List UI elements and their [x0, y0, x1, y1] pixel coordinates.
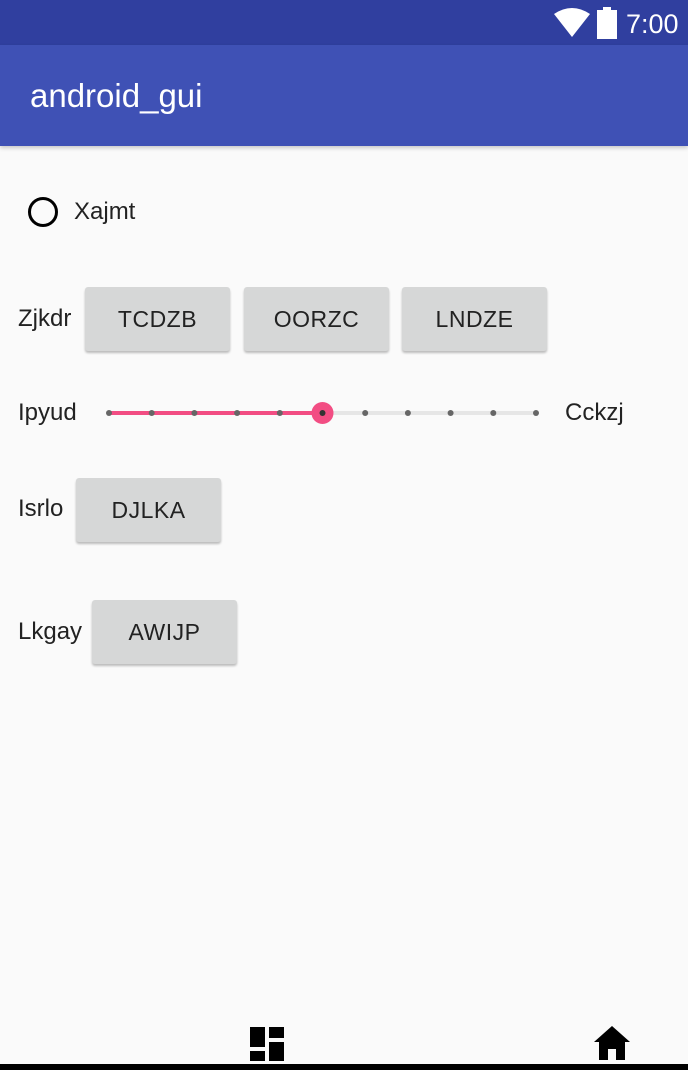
- button-oorzc[interactable]: OORZC: [244, 287, 389, 351]
- battery-icon: [597, 7, 617, 39]
- app-bar: android_gui: [0, 45, 688, 146]
- button-lndze[interactable]: LNDZE: [402, 287, 547, 351]
- discrete-slider[interactable]: [98, 398, 550, 428]
- wifi-icon: [554, 8, 590, 37]
- radio-circle-icon[interactable]: [28, 197, 58, 227]
- app-title: android_gui: [30, 77, 203, 114]
- slider-tick[interactable]: [148, 410, 155, 416]
- radio-xajmt[interactable]: Xajmt: [28, 192, 135, 232]
- row4-label: Lkgay: [18, 618, 83, 645]
- button-djlka[interactable]: DJLKA: [76, 478, 221, 542]
- slider-tick[interactable]: [447, 410, 454, 416]
- button-tcdzb[interactable]: TCDZB: [85, 287, 230, 351]
- navigation-bar: [0, 1010, 688, 1070]
- dashboard-icon[interactable]: [250, 1027, 284, 1061]
- slider-left-label: Ipyud: [18, 399, 77, 426]
- slider-tick[interactable]: [234, 410, 241, 416]
- slider-thumb-tick[interactable]: [319, 410, 326, 416]
- slider-tick[interactable]: [276, 410, 283, 416]
- slider-tick[interactable]: [404, 410, 411, 416]
- button-awijp[interactable]: AWIJP: [92, 600, 237, 664]
- nav-bottom-line: [0, 1064, 688, 1070]
- row3-label: Isrlo: [18, 495, 64, 522]
- status-time: 7:00: [626, 9, 679, 39]
- slider-right-label: Cckzj: [565, 399, 624, 426]
- home-icon[interactable]: [594, 1026, 630, 1060]
- slider-tick[interactable]: [106, 410, 112, 416]
- status-bar: 7:00: [0, 0, 688, 45]
- slider-tick[interactable]: [191, 410, 198, 416]
- slider-tick[interactable]: [490, 410, 497, 416]
- slider-tick[interactable]: [533, 410, 539, 416]
- radio-label: Xajmt: [74, 198, 136, 225]
- slider-tick[interactable]: [362, 410, 369, 416]
- row1-label: Zjkdr: [18, 305, 72, 332]
